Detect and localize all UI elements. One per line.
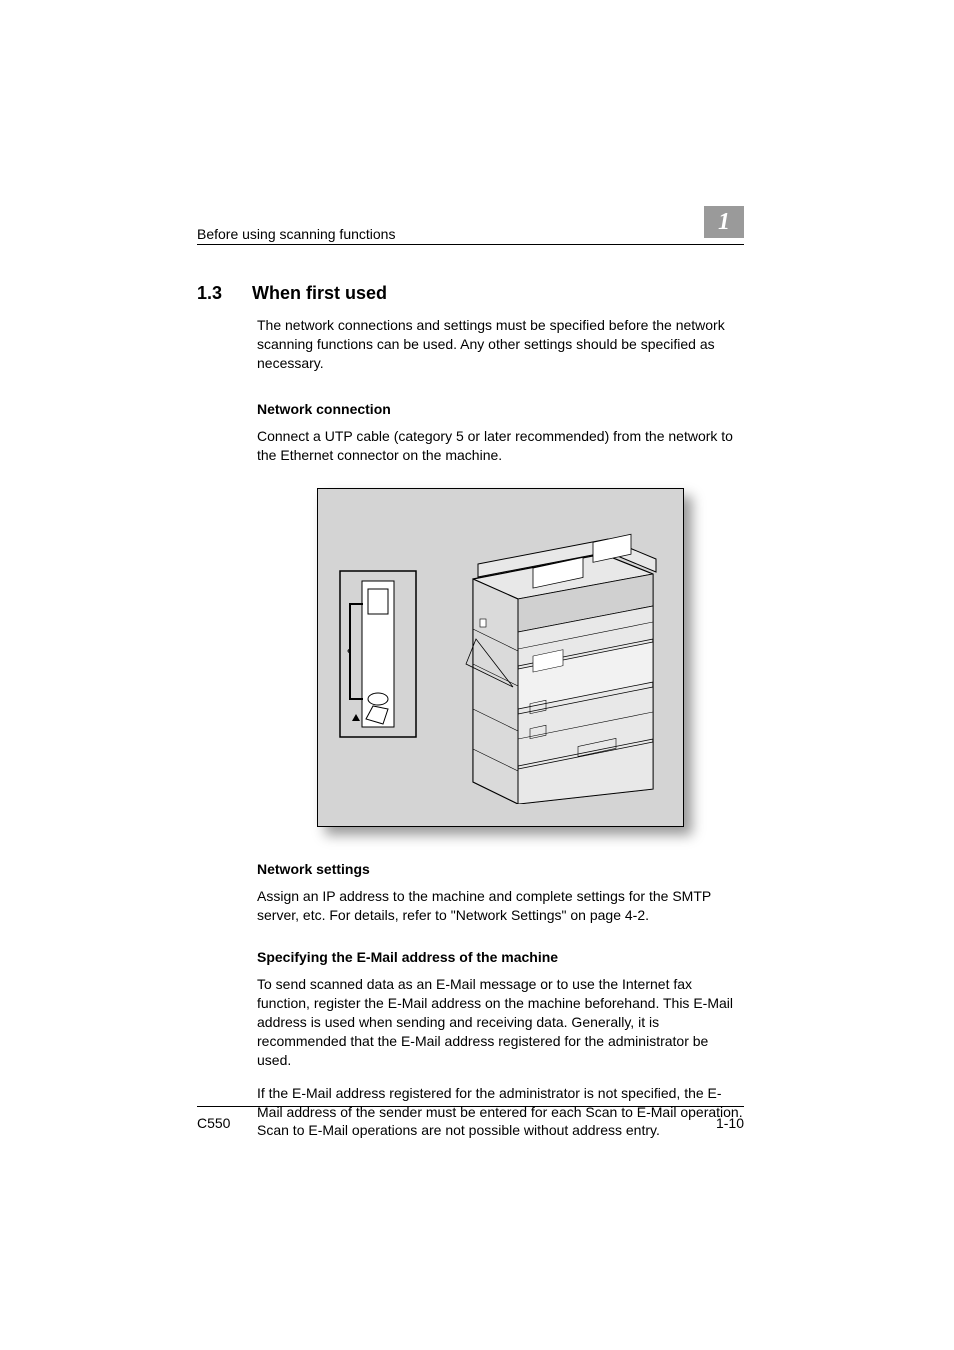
footer-page-number: 1-10 <box>716 1115 744 1131</box>
printer-machine-icon <box>458 524 658 804</box>
page-header: Before using scanning functions 1 <box>197 210 744 245</box>
machine-illustration <box>317 488 684 827</box>
para-network-settings: Assign an IP address to the machine and … <box>257 887 744 925</box>
subheading-network-settings: Network settings <box>257 861 744 877</box>
ethernet-port-detail-icon <box>338 569 418 739</box>
subheading-network-connection: Network connection <box>257 401 744 417</box>
section-heading-row: 1.3 When first used <box>197 283 744 304</box>
section-intro: The network connections and settings mus… <box>257 316 744 373</box>
footer-model: C550 <box>197 1115 230 1131</box>
chapter-badge: 1 <box>704 206 744 238</box>
breadcrumb: Before using scanning functions <box>197 226 395 242</box>
page-footer: C550 1-10 <box>197 1106 744 1131</box>
para-network-connection: Connect a UTP cable (category 5 or later… <box>257 427 744 465</box>
para-email-1: To send scanned data as an E-Mail messag… <box>257 975 744 1069</box>
section-title: When first used <box>252 283 387 304</box>
chapter-number: 1 <box>718 209 730 235</box>
subheading-email-address: Specifying the E-Mail address of the mac… <box>257 949 744 965</box>
section-number: 1.3 <box>197 283 222 304</box>
